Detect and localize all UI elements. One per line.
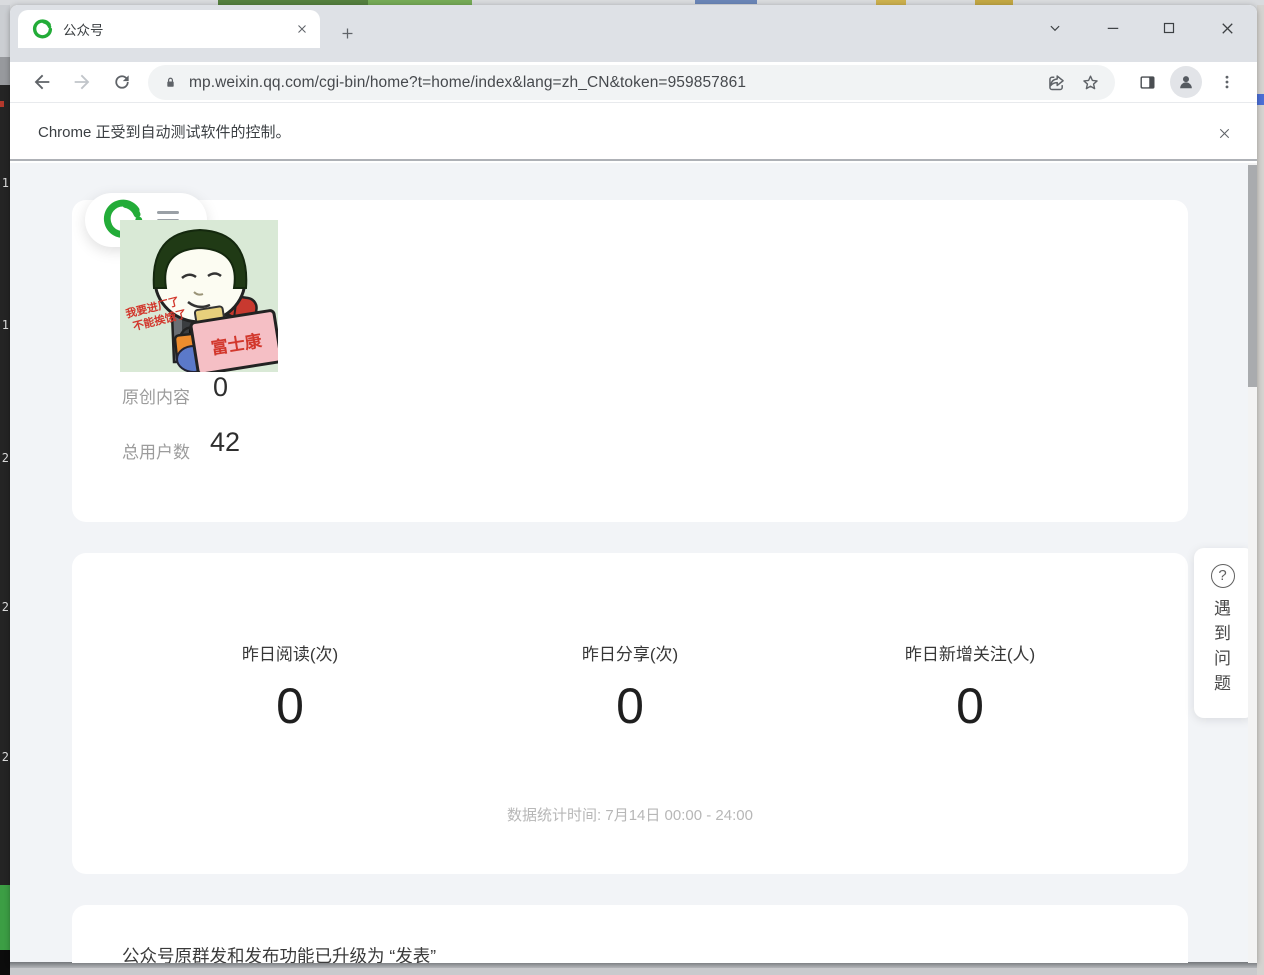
editor-line-number: 2 [0, 750, 10, 764]
background-window-strip: 1 1 2 2 2 [0, 5, 10, 975]
browser-toolbar: mp.weixin.qq.com/cgi-bin/home?t=home/ind… [10, 62, 1257, 103]
original-content-value: 0 [213, 372, 228, 403]
desktop-accent-fragment [1257, 94, 1264, 105]
window-minimize-button[interactable] [1095, 13, 1131, 43]
background-window-fragment [0, 57, 10, 85]
infobar-message: Chrome 正受到自动测试软件的控制。 [38, 121, 291, 142]
tab-weixin-mp[interactable]: 公众号 [18, 10, 320, 48]
mp-home-page: 原创内容 0 总用户数 42 [10, 163, 1257, 963]
forward-button[interactable] [66, 66, 98, 98]
browser-window: 公众号 [10, 5, 1257, 963]
help-label-char: 题 [1194, 671, 1251, 696]
browser-menu-button[interactable] [1211, 66, 1243, 98]
editor-line-number: 2 [0, 451, 10, 465]
automation-infobar: Chrome 正受到自动测试软件的控制。 [10, 103, 1257, 161]
address-bar[interactable]: mp.weixin.qq.com/cgi-bin/home?t=home/ind… [148, 65, 1115, 100]
infobar-close-button[interactable] [1211, 120, 1237, 146]
help-label-char: 到 [1194, 621, 1251, 646]
help-label-char: 遇 [1194, 596, 1251, 621]
window-chevron-button[interactable] [1037, 13, 1073, 43]
original-content-label: 原创内容 [122, 383, 190, 408]
metric-read-label: 昨日阅读(次) [120, 640, 460, 665]
editor-line-number: 2 [0, 600, 10, 614]
metric-row: 昨日阅读(次) 0 昨日分享(次) 0 昨日新增关注(人) 0 [72, 553, 1188, 731]
new-tab-button[interactable] [332, 18, 362, 48]
https-lock-icon [162, 74, 179, 91]
metric-share-value: 0 [460, 681, 800, 731]
background-window-fragment [0, 885, 10, 950]
background-window-fragment [0, 5, 10, 57]
url-text: mp.weixin.qq.com/cgi-bin/home?t=home/ind… [189, 74, 1033, 92]
help-label-char: 问 [1194, 646, 1251, 671]
publish-upgrade-text: 公众号原群发和发布功能已升级为 “发表” [122, 943, 436, 963]
account-avatar-image: 富士康 我要进厂了 不能挨饿了 [120, 220, 278, 372]
wechat-mp-favicon-icon [32, 19, 53, 40]
editor-line-number: 1 [0, 318, 10, 332]
background-window-fragment [0, 101, 4, 107]
metric-read-value: 0 [120, 681, 460, 731]
tab-title: 公众号 [63, 19, 292, 39]
profile-avatar-button[interactable] [1170, 66, 1202, 98]
metric-new-followers-value: 0 [800, 681, 1140, 731]
help-feedback-panel[interactable]: ? 遇 到 问 题 [1194, 548, 1251, 718]
share-button[interactable] [1041, 68, 1071, 98]
reload-button[interactable] [106, 66, 138, 98]
back-button[interactable] [26, 66, 58, 98]
window-maximize-button[interactable] [1151, 13, 1187, 43]
metric-share-label: 昨日分享(次) [460, 640, 800, 665]
desktop-icon-fragment [695, 0, 757, 4]
metric-new-followers-label: 昨日新增关注(人) [800, 640, 1140, 665]
tab-strip: 公众号 [10, 5, 1257, 62]
yesterday-metrics-card: 昨日阅读(次) 0 昨日分享(次) 0 昨日新增关注(人) 0 数据统计时间: … [72, 553, 1188, 874]
editor-line-number: 1 [0, 176, 10, 190]
stats-time-note: 数据统计时间: 7月14日 00:00 - 24:00 [72, 804, 1188, 825]
page-scrollbar-track[interactable] [1248, 163, 1257, 963]
question-mark-icon: ? [1211, 564, 1235, 588]
metric-new-followers: 昨日新增关注(人) 0 [800, 640, 1140, 731]
tab-close-button[interactable] [292, 19, 312, 39]
metric-share: 昨日分享(次) 0 [460, 640, 800, 731]
metric-read: 昨日阅读(次) 0 [120, 640, 460, 731]
screen: 1 1 2 2 2 公众号 [0, 0, 1264, 975]
desktop-right-sliver [1257, 5, 1264, 975]
background-window-fragment [0, 950, 10, 975]
publish-upgrade-card: 公众号原群发和发布功能已升级为 “发表” [72, 905, 1188, 963]
page-scrollbar-thumb[interactable] [1248, 165, 1257, 387]
bookmark-star-button[interactable] [1075, 68, 1105, 98]
total-users-label: 总用户数 [122, 438, 190, 463]
desktop-bottom-sliver [10, 968, 1257, 975]
side-panel-button[interactable] [1131, 66, 1163, 98]
total-users-value: 42 [210, 427, 240, 458]
window-close-button[interactable] [1209, 13, 1245, 43]
